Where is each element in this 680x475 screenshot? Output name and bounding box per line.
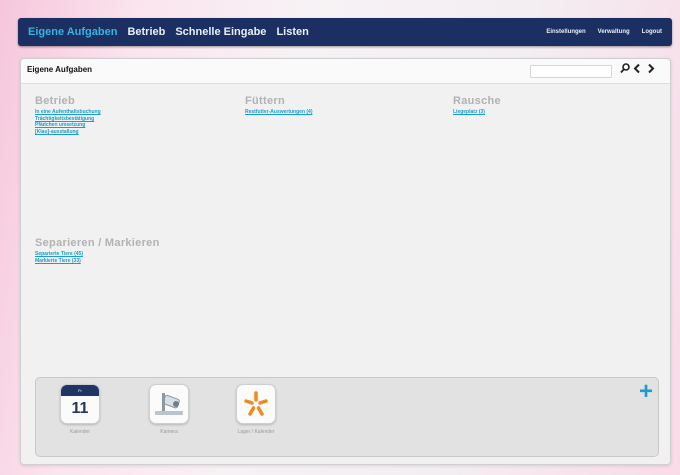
- panel-title: Eigene Aufgaben: [27, 65, 93, 74]
- calendar-icon: Fr 11: [60, 384, 100, 424]
- add-icon[interactable]: +: [639, 378, 653, 406]
- section-link[interactable]: Separierte Tiere (45): [35, 251, 160, 258]
- chevron-left-icon[interactable]: [633, 63, 641, 77]
- section-link[interactable]: Restfutter-Auswertungen (4): [245, 109, 313, 116]
- app-label: Kalender: [69, 429, 90, 435]
- app-calendar[interactable]: Fr 11 Kalender: [50, 384, 110, 435]
- star-icon: [236, 384, 276, 424]
- nav-listen[interactable]: Listen: [276, 26, 308, 38]
- app-label: Lager / Kalender: [237, 429, 275, 435]
- section-rausche: Rausche Liegeplatz (3): [453, 95, 501, 116]
- app-lager-kalender[interactable]: Lager / Kalender: [226, 384, 286, 435]
- top-navbar: Eigene Aufgaben Betrieb Schnelle Eingabe…: [18, 18, 672, 46]
- section-fuettern: Füttern Restfutter-Auswertungen (4): [245, 95, 313, 116]
- app-label: Kamera: [160, 429, 178, 435]
- section-separieren: Separieren / Markieren Separierte Tiere …: [35, 237, 160, 264]
- section-link[interactable]: Pfädchen umsetzung: [35, 122, 101, 129]
- chevron-right-icon[interactable]: [647, 63, 655, 77]
- nav-left-group: Eigene Aufgaben Betrieb Schnelle Eingabe…: [28, 26, 546, 38]
- search-input[interactable]: [530, 65, 612, 78]
- main-panel: Eigene Aufgaben Betrieb In eine Aufentha…: [20, 58, 671, 465]
- section-title: Separieren / Markieren: [35, 237, 160, 249]
- app-dock: Fr 11 Kalender Kamera Lager / Kalender +: [35, 377, 659, 457]
- section-betrieb: Betrieb In eine Aufenthaltsbuchung Träch…: [35, 95, 101, 135]
- nav-logout[interactable]: Logout: [642, 29, 662, 35]
- nav-schnelle-eingabe[interactable]: Schnelle Eingabe: [175, 26, 266, 38]
- nav-verwaltung[interactable]: Verwaltung: [598, 29, 630, 35]
- app-camera[interactable]: Kamera: [139, 384, 199, 435]
- section-link[interactable]: [Klau]-ausstallung: [35, 129, 101, 136]
- panel-header: Eigene Aufgaben: [21, 59, 670, 84]
- nav-right-group: Einstellungen Verwaltung Logout: [546, 29, 662, 35]
- nav-eigene-aufgaben[interactable]: Eigene Aufgaben: [28, 26, 117, 38]
- nav-einstellungen[interactable]: Einstellungen: [546, 29, 585, 35]
- section-link[interactable]: Markierte Tiere (33): [35, 258, 160, 265]
- section-link[interactable]: In eine Aufenthaltsbuchung: [35, 109, 101, 116]
- search-icon[interactable]: [620, 63, 630, 77]
- nav-betrieb[interactable]: Betrieb: [127, 26, 165, 38]
- camera-icon: [149, 384, 189, 424]
- section-title: Rausche: [453, 95, 501, 107]
- calendar-month: Fr: [61, 385, 99, 396]
- section-title: Betrieb: [35, 95, 75, 107]
- section-link[interactable]: Trächtigkeitsbestätigung: [35, 116, 101, 123]
- section-link[interactable]: Liegeplatz (3): [453, 109, 501, 116]
- section-title: Füttern: [245, 95, 285, 107]
- calendar-day: 11: [71, 400, 89, 417]
